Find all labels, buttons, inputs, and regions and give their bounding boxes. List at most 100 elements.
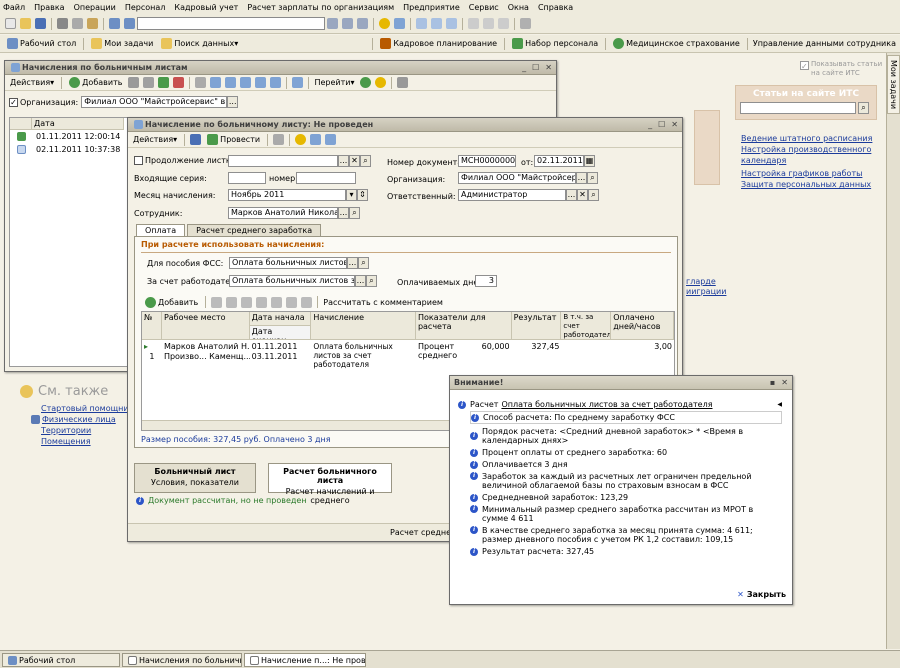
col-accrual-header[interactable]: Начисление bbox=[311, 312, 416, 340]
month-dropdown-button[interactable]: ▾ bbox=[346, 189, 357, 201]
employee-select-button[interactable]: ... bbox=[338, 207, 349, 219]
menu-help[interactable]: Справка bbox=[538, 3, 573, 12]
sick-leave-calc-section-button[interactable]: Расчет больничного листа Расчет начислен… bbox=[268, 463, 392, 505]
m-plus-icon[interactable] bbox=[483, 18, 494, 29]
my-tasks-tab[interactable]: Мои задачи bbox=[887, 55, 900, 115]
calendar-icon[interactable] bbox=[446, 18, 457, 29]
responsible-select-button[interactable]: ... bbox=[566, 189, 577, 201]
close-button[interactable]: ✕ bbox=[671, 120, 678, 129]
copy-icon[interactable] bbox=[72, 18, 83, 29]
menu-file[interactable]: Файл bbox=[3, 3, 25, 12]
sort-icon[interactable] bbox=[255, 77, 267, 88]
post-icon[interactable] bbox=[158, 77, 170, 88]
help-icon[interactable] bbox=[394, 18, 405, 29]
search-icon[interactable] bbox=[327, 18, 338, 29]
filter-icon[interactable] bbox=[225, 77, 237, 88]
menu-windows[interactable]: Окна bbox=[508, 3, 529, 12]
its-link-personal-data[interactable]: Защита персональных данных bbox=[741, 179, 881, 190]
continuation-field[interactable] bbox=[228, 155, 338, 167]
sort-desc-icon[interactable] bbox=[301, 296, 313, 308]
m-memory-icon[interactable] bbox=[468, 18, 479, 29]
copy-row-icon[interactable] bbox=[211, 296, 223, 308]
desktop-button[interactable]: Рабочий стол bbox=[3, 37, 78, 51]
its-link-schedules[interactable]: Настройка графиков работы bbox=[741, 168, 881, 179]
paid-days-field[interactable]: 3 bbox=[475, 275, 497, 287]
col-date-header[interactable]: Дата bbox=[32, 118, 124, 130]
partial-link-1[interactable]: гларде bbox=[686, 277, 726, 287]
employee-open-button[interactable]: ⌕ bbox=[349, 207, 360, 219]
link-persons[interactable]: Физические лица bbox=[42, 414, 116, 425]
search-input[interactable] bbox=[137, 17, 325, 30]
structure-icon[interactable] bbox=[292, 77, 304, 88]
doc-org-select-button[interactable]: ... bbox=[576, 172, 587, 184]
doc-actions-menu[interactable]: Действия ▾ bbox=[131, 133, 179, 147]
responsible-clear-button[interactable]: ✕ bbox=[577, 189, 588, 201]
journal-go-menu[interactable]: Перейти ▾ bbox=[312, 76, 356, 90]
my-tasks-button[interactable]: Мои задачи bbox=[87, 37, 155, 51]
doc-number-field[interactable]: МСН00000002 bbox=[458, 155, 516, 167]
its-link-staff[interactable]: Ведение штатного расписания bbox=[741, 133, 881, 144]
continuation-select-button[interactable]: ... bbox=[338, 155, 349, 167]
menu-hr[interactable]: Кадровый учет bbox=[174, 3, 238, 12]
taskbar-desktop[interactable]: Рабочий стол bbox=[2, 653, 120, 667]
journal-add-button[interactable]: Добавить bbox=[65, 76, 124, 90]
hierarchy-icon[interactable] bbox=[270, 77, 282, 88]
fss-field[interactable]: Оплата больничных листов bbox=[229, 257, 347, 269]
series-field[interactable] bbox=[228, 172, 266, 184]
options-button[interactable]: ▪ bbox=[770, 378, 775, 387]
col-result-header[interactable]: Результат bbox=[511, 312, 562, 340]
calendar-button[interactable]: ▦ bbox=[584, 155, 595, 167]
continuation-clear-button[interactable]: ✕ bbox=[349, 155, 360, 167]
col-indicators-header[interactable]: Показатели для расчета bbox=[415, 312, 512, 340]
journal-org-field[interactable]: Филиал ООО "Майстройсервис" в г. Н bbox=[81, 96, 228, 108]
attention-close-button[interactable]: ✕ Закрыть bbox=[737, 590, 786, 599]
refresh-icon[interactable] bbox=[360, 77, 372, 88]
col-paid-header[interactable]: Оплачено дней/часов bbox=[611, 312, 674, 340]
paste-icon[interactable] bbox=[87, 18, 98, 29]
doc-org-field[interactable]: Филиал ООО "Майстройсервис bbox=[458, 172, 576, 184]
undo-icon[interactable] bbox=[109, 18, 120, 29]
employer-field[interactable]: Оплата больничных листов за сче bbox=[229, 275, 355, 287]
delete-row-icon[interactable] bbox=[241, 296, 253, 308]
minimize-button[interactable]: _ bbox=[648, 120, 652, 129]
save-icon[interactable] bbox=[35, 18, 46, 29]
responsible-field[interactable]: Администратор bbox=[458, 189, 566, 201]
continuation-checkbox[interactable] bbox=[134, 156, 143, 165]
fss-select-button[interactable]: ... bbox=[347, 257, 358, 269]
table-row[interactable]: ▸ 1 Марков Анатолий Н... Произво... Каме… bbox=[142, 340, 674, 369]
close-button[interactable]: ✕ bbox=[781, 378, 788, 387]
menu-payroll[interactable]: Расчет зарплаты по организациям bbox=[247, 3, 394, 12]
menu-personnel[interactable]: Персонал bbox=[125, 3, 166, 12]
month-stepper[interactable]: ⇕ bbox=[357, 189, 368, 201]
sick-leave-section-button[interactable]: Больничный лист Условия, показатели bbox=[134, 463, 256, 493]
hr-planning-button[interactable]: Кадровое планирование bbox=[376, 37, 499, 51]
filter-off-icon[interactable] bbox=[240, 77, 252, 88]
employer-open-button[interactable]: ⌕ bbox=[366, 275, 377, 287]
move-down-icon[interactable] bbox=[271, 296, 283, 308]
help-icon[interactable] bbox=[375, 77, 387, 88]
journal-org-select-button[interactable]: ... bbox=[227, 96, 239, 108]
maximize-button[interactable]: ☐ bbox=[532, 63, 539, 72]
save-icon[interactable] bbox=[190, 134, 202, 145]
redo-icon[interactable] bbox=[124, 18, 135, 29]
its-checkbox-row[interactable]: ✓ Показывать статьи на сайте ИТС bbox=[800, 60, 886, 78]
tree-icon[interactable] bbox=[325, 134, 337, 145]
maximize-button[interactable]: ☐ bbox=[658, 120, 665, 129]
close-button[interactable]: ✕ bbox=[545, 63, 552, 72]
its-search-icon[interactable]: ⌕ bbox=[858, 102, 869, 114]
continuation-open-button[interactable]: ⌕ bbox=[360, 155, 371, 167]
help-icon[interactable] bbox=[295, 134, 307, 145]
number-field[interactable] bbox=[296, 172, 356, 184]
calc-with-comment-button[interactable]: Рассчитать с комментарием bbox=[321, 295, 445, 309]
responsible-open-button[interactable]: ⌕ bbox=[588, 189, 599, 201]
employee-data-button[interactable]: Управление данными сотрудника bbox=[751, 37, 898, 51]
col-date-end-header[interactable]: Дата окончан... bbox=[249, 326, 312, 340]
menu-edit[interactable]: Правка bbox=[34, 3, 64, 12]
tab-average-earnings[interactable]: Расчет среднего заработка bbox=[187, 224, 322, 236]
open-folder-icon[interactable] bbox=[20, 18, 31, 29]
copy-icon[interactable] bbox=[128, 77, 140, 88]
col-n-header[interactable]: № bbox=[142, 312, 162, 340]
find-icon[interactable] bbox=[210, 77, 222, 88]
doc-org-open-button[interactable]: ⌕ bbox=[587, 172, 598, 184]
document-icon[interactable] bbox=[273, 134, 285, 145]
